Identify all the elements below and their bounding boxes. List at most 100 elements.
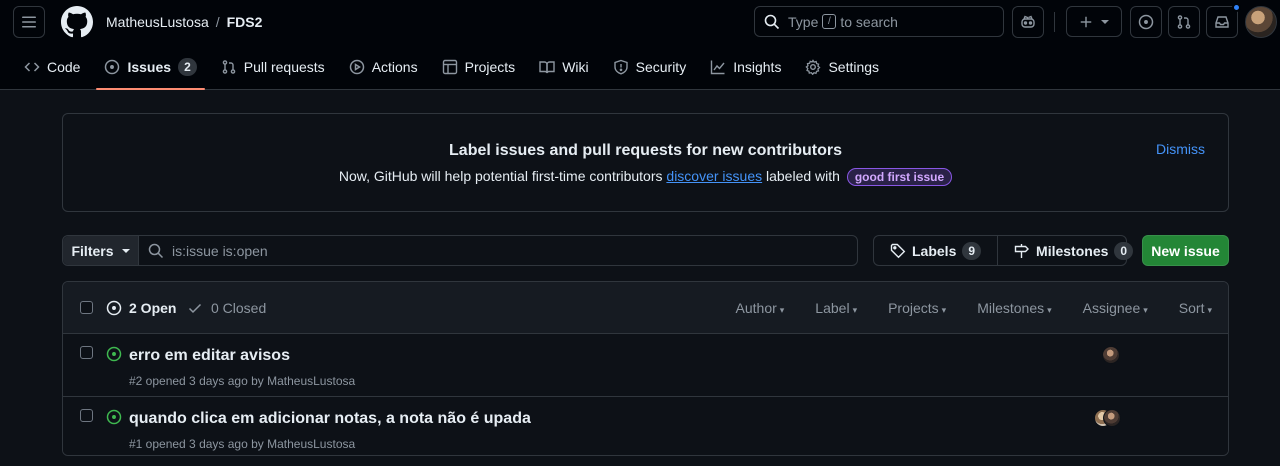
- issues-list-header: 2 Open 0 Closed Author ▾ Label ▾ Projects ▾…: [63, 282, 1228, 334]
- issue-meta: #1 opened 3 days ago by MatheusLustosa: [129, 437, 356, 451]
- tab-actions[interactable]: Actions: [341, 51, 426, 83]
- open-issues-filter[interactable]: 2 Open: [106, 300, 176, 316]
- create-new-button[interactable]: [1066, 6, 1122, 37]
- search-icon: [764, 14, 780, 29]
- issue-opened-icon: [106, 300, 122, 315]
- issue-title-link[interactable]: erro em editar avisos: [129, 347, 290, 365]
- search-placeholder-suffix: to search: [840, 13, 898, 30]
- issue-checkbox[interactable]: [80, 409, 93, 422]
- issue-meta: #2 opened 3 days ago by MatheusLustosa: [129, 374, 356, 388]
- triangle-down-icon: ▾: [1143, 304, 1148, 315]
- label-menu[interactable]: Label ▾: [815, 300, 857, 316]
- author-menu[interactable]: Author ▾: [736, 300, 785, 316]
- tab-settings[interactable]: Settings: [797, 51, 887, 83]
- graph-icon: [711, 60, 725, 75]
- tab-wiki[interactable]: Wiki: [531, 51, 596, 83]
- triangle-down-icon: ▾: [1047, 304, 1052, 315]
- notification-dot: [1232, 3, 1241, 12]
- user-avatar[interactable]: [1245, 6, 1277, 38]
- assignee-avatar[interactable]: [1102, 346, 1120, 364]
- tab-pull-requests-label: Pull requests: [243, 59, 325, 75]
- tab-projects-label: Projects: [464, 59, 516, 75]
- closed-issues-filter[interactable]: 0 Closed: [187, 300, 266, 316]
- projects-menu-label: Projects: [888, 299, 939, 316]
- plus-icon: [1080, 16, 1092, 27]
- triangle-down-icon: ▾: [852, 304, 858, 315]
- check-icon: [188, 303, 202, 313]
- projects-menu[interactable]: Projects ▾: [888, 300, 946, 316]
- select-all-checkbox[interactable]: [80, 301, 93, 314]
- issue-search-query: is:issue is:open: [172, 242, 268, 259]
- tab-insights[interactable]: Insights: [702, 51, 789, 83]
- milestones-menu[interactable]: Milestones ▾: [977, 300, 1051, 316]
- labels-milestones-group: Labels 9 Milestones 0: [873, 235, 1134, 266]
- play-icon: [349, 59, 364, 75]
- tag-icon: [890, 243, 906, 258]
- tab-security-label: Security: [635, 59, 687, 75]
- filter-group: Filters is:issue is:open: [62, 235, 858, 266]
- sort-menu[interactable]: Sort ▾: [1179, 300, 1212, 316]
- banner-title: Label issues and pull requests for new c…: [449, 142, 842, 159]
- global-search-input[interactable]: Type / to search: [754, 6, 1004, 37]
- new-issue-button[interactable]: New issue: [1142, 235, 1229, 266]
- issue-opened-icon: [106, 346, 122, 362]
- discover-issues-link[interactable]: discover issues: [666, 168, 762, 184]
- tab-pull-requests[interactable]: Pull requests: [213, 51, 333, 83]
- issues-list: 2 Open 0 Closed Author ▾ Label ▾ Projects ▾…: [62, 281, 1229, 456]
- assignee-menu[interactable]: Assignee ▾: [1083, 300, 1148, 316]
- closed-issues-label: 0 Closed: [211, 299, 267, 316]
- triangle-down-icon: [1101, 19, 1109, 24]
- assignee-menu-label: Assignee: [1082, 299, 1141, 316]
- label-menu-label: Label: [815, 299, 850, 316]
- tab-code-label: Code: [47, 59, 81, 75]
- tab-code[interactable]: Code: [16, 51, 88, 83]
- issue-opened-icon: [106, 409, 122, 425]
- issue-title-link[interactable]: quando clica em adicionar notas, a nota …: [129, 410, 531, 428]
- issues-shortcut-button[interactable]: [1130, 6, 1162, 38]
- inbox-button[interactable]: [1206, 3, 1241, 38]
- copilot-button[interactable]: [1012, 6, 1044, 38]
- issue-opened-icon: [1138, 14, 1154, 30]
- issue-row: quando clica em adicionar notas, a nota …: [63, 396, 1228, 455]
- milestones-menu-label: Milestones: [977, 299, 1045, 316]
- milestones-button[interactable]: Milestones 0: [997, 236, 1149, 265]
- assignee-avatar[interactable]: [1103, 409, 1121, 427]
- issue-search-input[interactable]: is:issue is:open: [139, 236, 857, 265]
- repo-header: MatheusLustosa / FDS2 Type / to search C…: [0, 0, 1280, 90]
- sort-menu-label: Sort: [1178, 299, 1205, 316]
- repo-name-link[interactable]: FDS2: [227, 14, 263, 30]
- banner-text-before: Now, GitHub will help potential first-ti…: [338, 168, 663, 184]
- search-icon: [148, 243, 164, 258]
- filter-toolbar: Filters is:issue is:open Labels 9 Milest…: [62, 235, 1229, 266]
- git-pull-request-icon: [1177, 15, 1191, 29]
- menu-button[interactable]: [13, 6, 45, 38]
- milestone-icon: [1014, 243, 1030, 258]
- tab-security[interactable]: Security: [605, 51, 695, 83]
- repo-owner-link[interactable]: MatheusLustosa: [106, 14, 209, 30]
- issue-row: erro em editar avisos #2 opened 3 days a…: [63, 334, 1228, 396]
- good-first-issue-label[interactable]: good first issue: [846, 168, 953, 186]
- triangle-down-icon: ▾: [1207, 304, 1212, 315]
- labels-button-label: Labels: [912, 242, 957, 259]
- search-placeholder-prefix: Type: [788, 13, 819, 30]
- author-menu-label: Author: [735, 299, 777, 316]
- banner-text-after: labeled with: [766, 168, 840, 184]
- filters-button-label: Filters: [71, 242, 114, 259]
- labels-button[interactable]: Labels 9: [874, 236, 997, 265]
- dismiss-button[interactable]: Dismiss: [1156, 141, 1205, 157]
- git-pull-request-icon: [222, 60, 236, 74]
- contributors-banner: Label issues and pull requests for new c…: [62, 113, 1229, 212]
- triangle-down-icon: ▾: [941, 304, 947, 315]
- tab-projects[interactable]: Projects: [434, 51, 524, 83]
- issue-checkbox[interactable]: [80, 346, 93, 359]
- hamburger-icon: [22, 16, 36, 28]
- milestones-button-label: Milestones: [1036, 242, 1109, 259]
- filters-dropdown-button[interactable]: Filters: [63, 236, 139, 265]
- tab-issues[interactable]: Issues 2: [96, 51, 206, 90]
- pull-requests-shortcut-button[interactable]: [1168, 6, 1200, 38]
- tab-issues-label: Issues: [127, 59, 172, 75]
- tab-settings-label: Settings: [828, 59, 880, 75]
- copilot-icon: [1021, 15, 1035, 28]
- tab-insights-label: Insights: [733, 59, 782, 75]
- github-logo-icon[interactable]: [61, 6, 93, 38]
